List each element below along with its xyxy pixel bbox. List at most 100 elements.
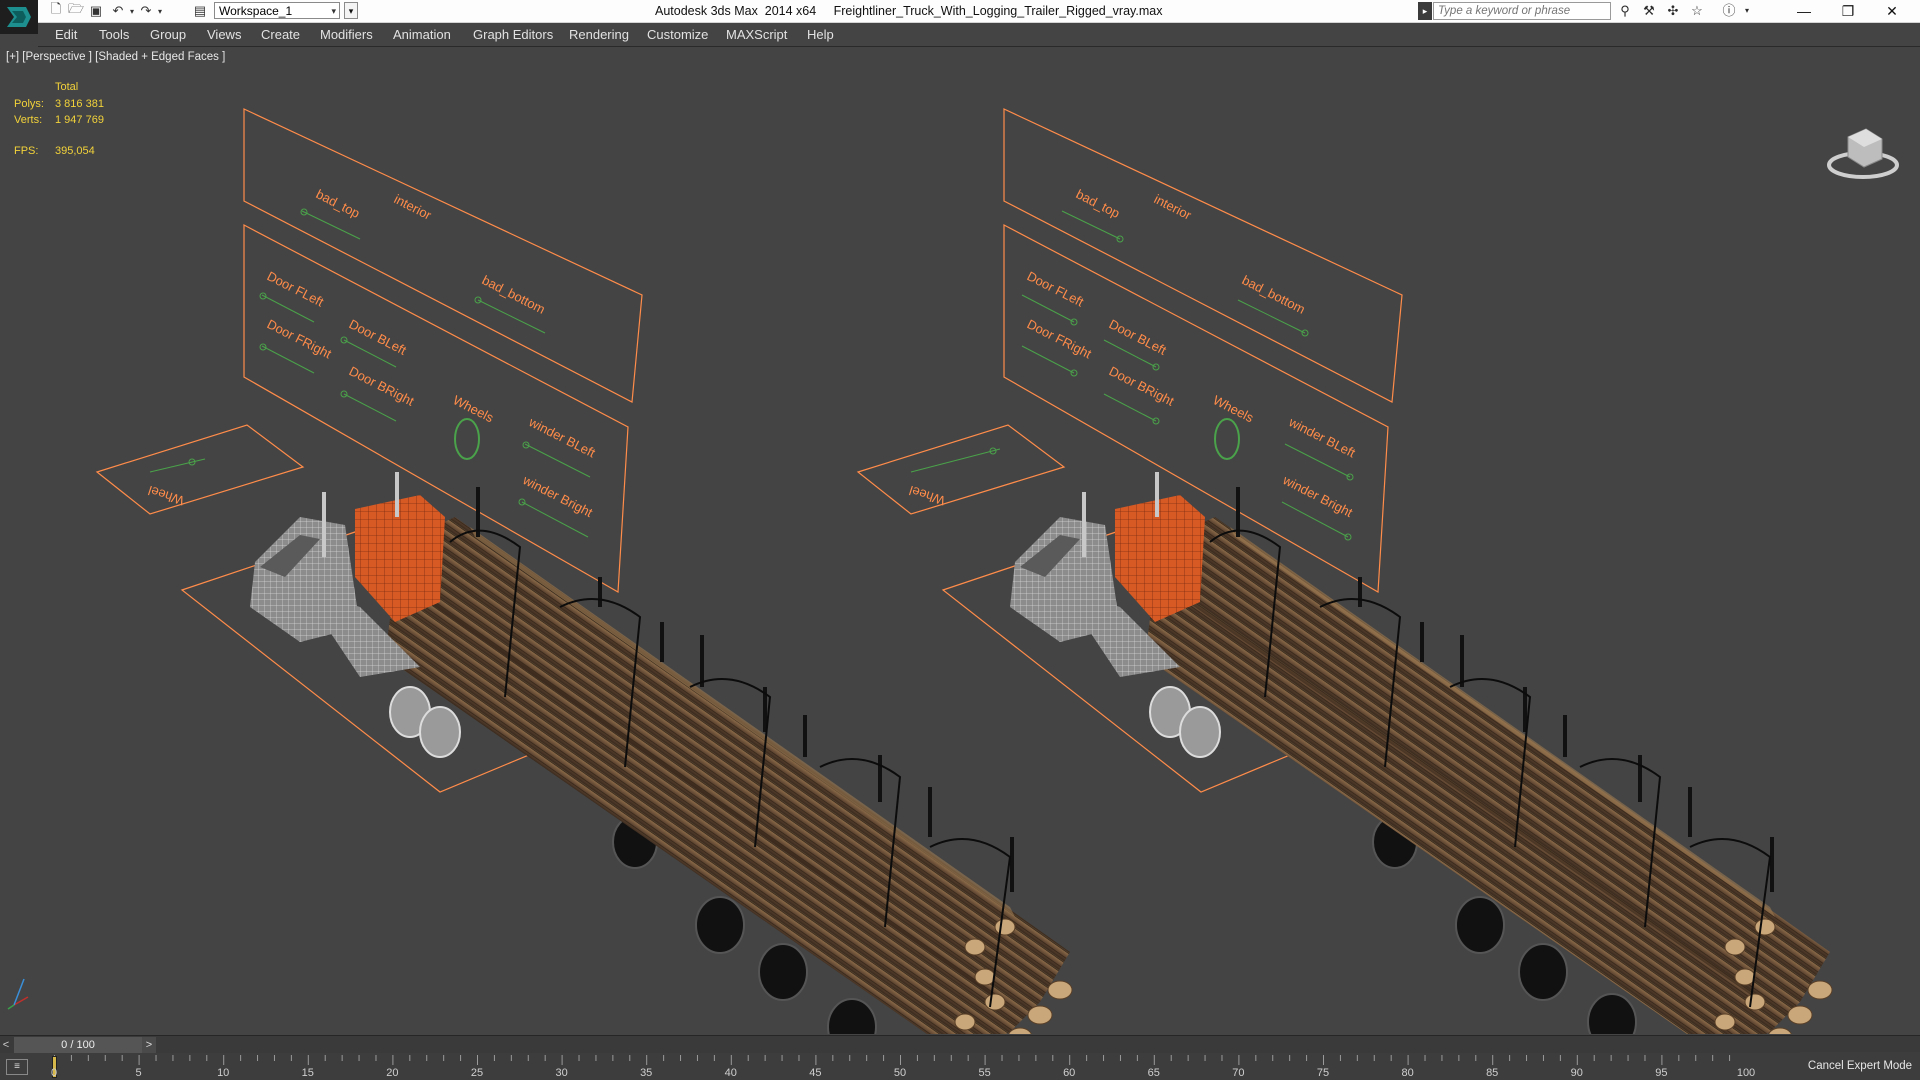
door-fleft-label: Door FLeft xyxy=(1025,268,1087,309)
help-dropdown-icon[interactable]: ▾ xyxy=(1738,3,1756,19)
wheels-rotate-handle[interactable] xyxy=(454,418,480,460)
stats-polys-value: 3 816 381 xyxy=(55,98,104,110)
bad-top-label: bad_top xyxy=(1074,186,1123,221)
timeline-tick-label: 30 xyxy=(555,1067,568,1079)
truck-instance-left[interactable]: Wheel bad_top interior bad_bottom Door F… xyxy=(95,108,1073,1034)
minimize-button[interactable]: — xyxy=(1782,0,1826,22)
help-icon[interactable]: ⓘ xyxy=(1720,3,1738,19)
prev-frame-button[interactable]: < xyxy=(0,1037,12,1053)
restore-button[interactable]: ❐ xyxy=(1826,0,1870,22)
door-bright-label: Door BRight xyxy=(1107,363,1177,409)
timeline-tick-label: 65 xyxy=(1147,1067,1160,1079)
file-name: Freightliner_Truck_With_Logging_Trailer_… xyxy=(833,4,1163,18)
communication-center-icon[interactable]: ✣ xyxy=(1664,3,1682,19)
menu-rendering[interactable]: Rendering xyxy=(569,27,629,42)
timeline-tick-label: 15 xyxy=(301,1067,314,1079)
timeline-tick-label: 55 xyxy=(978,1067,991,1079)
menu-create[interactable]: Create xyxy=(261,27,300,42)
wheels-rotate-handle[interactable] xyxy=(1214,418,1240,460)
timeline-tick-label: 60 xyxy=(1063,1067,1076,1079)
menu-group[interactable]: Group xyxy=(150,27,186,42)
timeline-tick-label: 10 xyxy=(217,1067,230,1079)
cancel-expert-mode-button[interactable]: Cancel Expert Mode xyxy=(1800,1052,1920,1080)
frame-counter[interactable]: 0 / 100 xyxy=(14,1037,142,1053)
trackbar[interactable]: ≡ 0 5 10 15 20 25 30 35 40 45 50 55 60 65 70 75 80 85 90 95… xyxy=(0,1053,1920,1080)
favorites-star-icon[interactable]: ☆ xyxy=(1688,3,1706,19)
redo-dropdown-icon[interactable]: ▾ xyxy=(152,3,168,19)
perspective-viewport[interactable]: Wheel bad_top interior bad_bottom Door F… xyxy=(0,47,1920,1034)
timeline-tick-label: 20 xyxy=(386,1067,399,1079)
timeline-tick-label: 90 xyxy=(1570,1067,1583,1079)
search-input[interactable] xyxy=(1433,2,1611,20)
timeline-tick-label: 75 xyxy=(1316,1067,1330,1079)
timeline-tick-label: 100 xyxy=(1736,1067,1756,1079)
binoculars-icon[interactable]: ⚲ xyxy=(1616,3,1634,19)
project-folder-icon[interactable]: ▤ xyxy=(192,3,208,19)
timeline-tick-label: 45 xyxy=(809,1067,822,1079)
stats-fps-label: FPS: xyxy=(14,145,39,157)
interior-label: interior xyxy=(1152,191,1195,223)
app-logo-button[interactable] xyxy=(0,0,38,34)
viewport-menu-label[interactable]: [+] [Perspective ] [Shaded + Edged Faces… xyxy=(6,51,225,63)
title-bar: 🗋 🗁 ▣ ↶ ▾ ↷ ▾ ▤ Workspace_1 ▾ ▾ Autodesk… xyxy=(0,0,1920,34)
menu-customize[interactable]: Customize xyxy=(647,27,708,42)
axis-tripod-icon xyxy=(7,978,29,1010)
door-fright-label: Door FRight xyxy=(1025,316,1095,361)
wheels-label: Wheels xyxy=(451,392,497,425)
timeline-tick-label: 95 xyxy=(1655,1067,1668,1079)
quick-access-dropdown-icon[interactable]: ▾ xyxy=(344,2,358,19)
bad-bottom-label: bad_bottom xyxy=(480,272,548,317)
timeline-tick-label: 85 xyxy=(1486,1067,1499,1079)
workspace-select[interactable]: Workspace_1 ▾ xyxy=(214,2,340,19)
max-logo-icon xyxy=(7,7,31,27)
menu-modifiers[interactable]: Modifiers xyxy=(320,27,373,42)
timeline-tick-label: 0 xyxy=(50,1067,58,1079)
viewcube-icon[interactable] xyxy=(1827,128,1899,179)
menu-graph-editors[interactable]: Graph Editors xyxy=(473,27,553,42)
timeline-tick-label: 35 xyxy=(640,1067,653,1079)
stats-verts-label: Verts: xyxy=(14,114,43,126)
timeline-tick-label: 5 xyxy=(135,1067,142,1079)
wheel-control-board[interactable] xyxy=(95,424,305,515)
menu-tools[interactable]: Tools xyxy=(99,27,129,42)
timeline-tick-label: 40 xyxy=(724,1067,737,1079)
chevron-down-icon: ▾ xyxy=(331,6,336,16)
new-file-icon[interactable]: 🗋 xyxy=(48,1,64,19)
menu-views[interactable]: Views xyxy=(207,27,241,42)
stats-polys-label: Polys: xyxy=(14,98,44,110)
menu-bar: Edit Tools Group Views Create Modifiers … xyxy=(38,23,1920,47)
window-title: Autodesk 3ds Max 2014 x64 Freightliner_T… xyxy=(655,4,1162,18)
timeline-tick-label: 70 xyxy=(1232,1067,1245,1079)
top-control-board[interactable] xyxy=(243,108,643,403)
log-bundle xyxy=(385,517,1073,1034)
winder-bright-label: winder Bright xyxy=(1280,472,1356,520)
wheel-slider-track[interactable] xyxy=(149,458,206,473)
door-fleft-label: Door FLeft xyxy=(265,268,327,309)
winder-bleft-label: winder BLeft xyxy=(526,414,598,461)
open-file-icon[interactable]: 🗁 xyxy=(68,1,84,19)
menu-maxscript[interactable]: MAXScript xyxy=(726,27,787,42)
top-control-board[interactable] xyxy=(1003,108,1403,403)
workspace-value: Workspace_1 xyxy=(219,4,293,18)
door-bright-label: Door BRight xyxy=(347,363,417,409)
wheel-control-board[interactable] xyxy=(856,424,1066,515)
stats-verts-value: 1 947 769 xyxy=(55,114,104,126)
menu-help[interactable]: Help xyxy=(807,27,834,42)
curve-editor-icon[interactable]: ≡ xyxy=(6,1059,28,1075)
stats-total-header: Total xyxy=(55,81,79,93)
next-frame-button[interactable]: > xyxy=(142,1037,156,1053)
menu-edit[interactable]: Edit xyxy=(55,27,77,42)
bad-bottom-label: bad_bottom xyxy=(1240,272,1308,317)
search-expand-icon[interactable]: ▸ xyxy=(1418,2,1432,20)
close-button[interactable]: ✕ xyxy=(1870,0,1914,22)
winder-bleft-label: winder BLeft xyxy=(1286,414,1358,461)
interior-label: interior xyxy=(392,191,435,223)
stats-fps-value: 395,054 xyxy=(55,145,95,157)
subscription-icon[interactable]: ⚒ xyxy=(1640,3,1658,19)
save-file-icon[interactable]: ▣ xyxy=(88,3,104,19)
time-slider-bar: < 0 / 100 > xyxy=(0,1035,1920,1054)
wheels-label: Wheels xyxy=(1211,392,1257,425)
menu-animation[interactable]: Animation xyxy=(393,27,451,42)
timeline-tick-label: 50 xyxy=(893,1067,907,1079)
scene-canvas[interactable]: Wheel bad_top interior bad_bottom Door F… xyxy=(0,47,1920,1034)
